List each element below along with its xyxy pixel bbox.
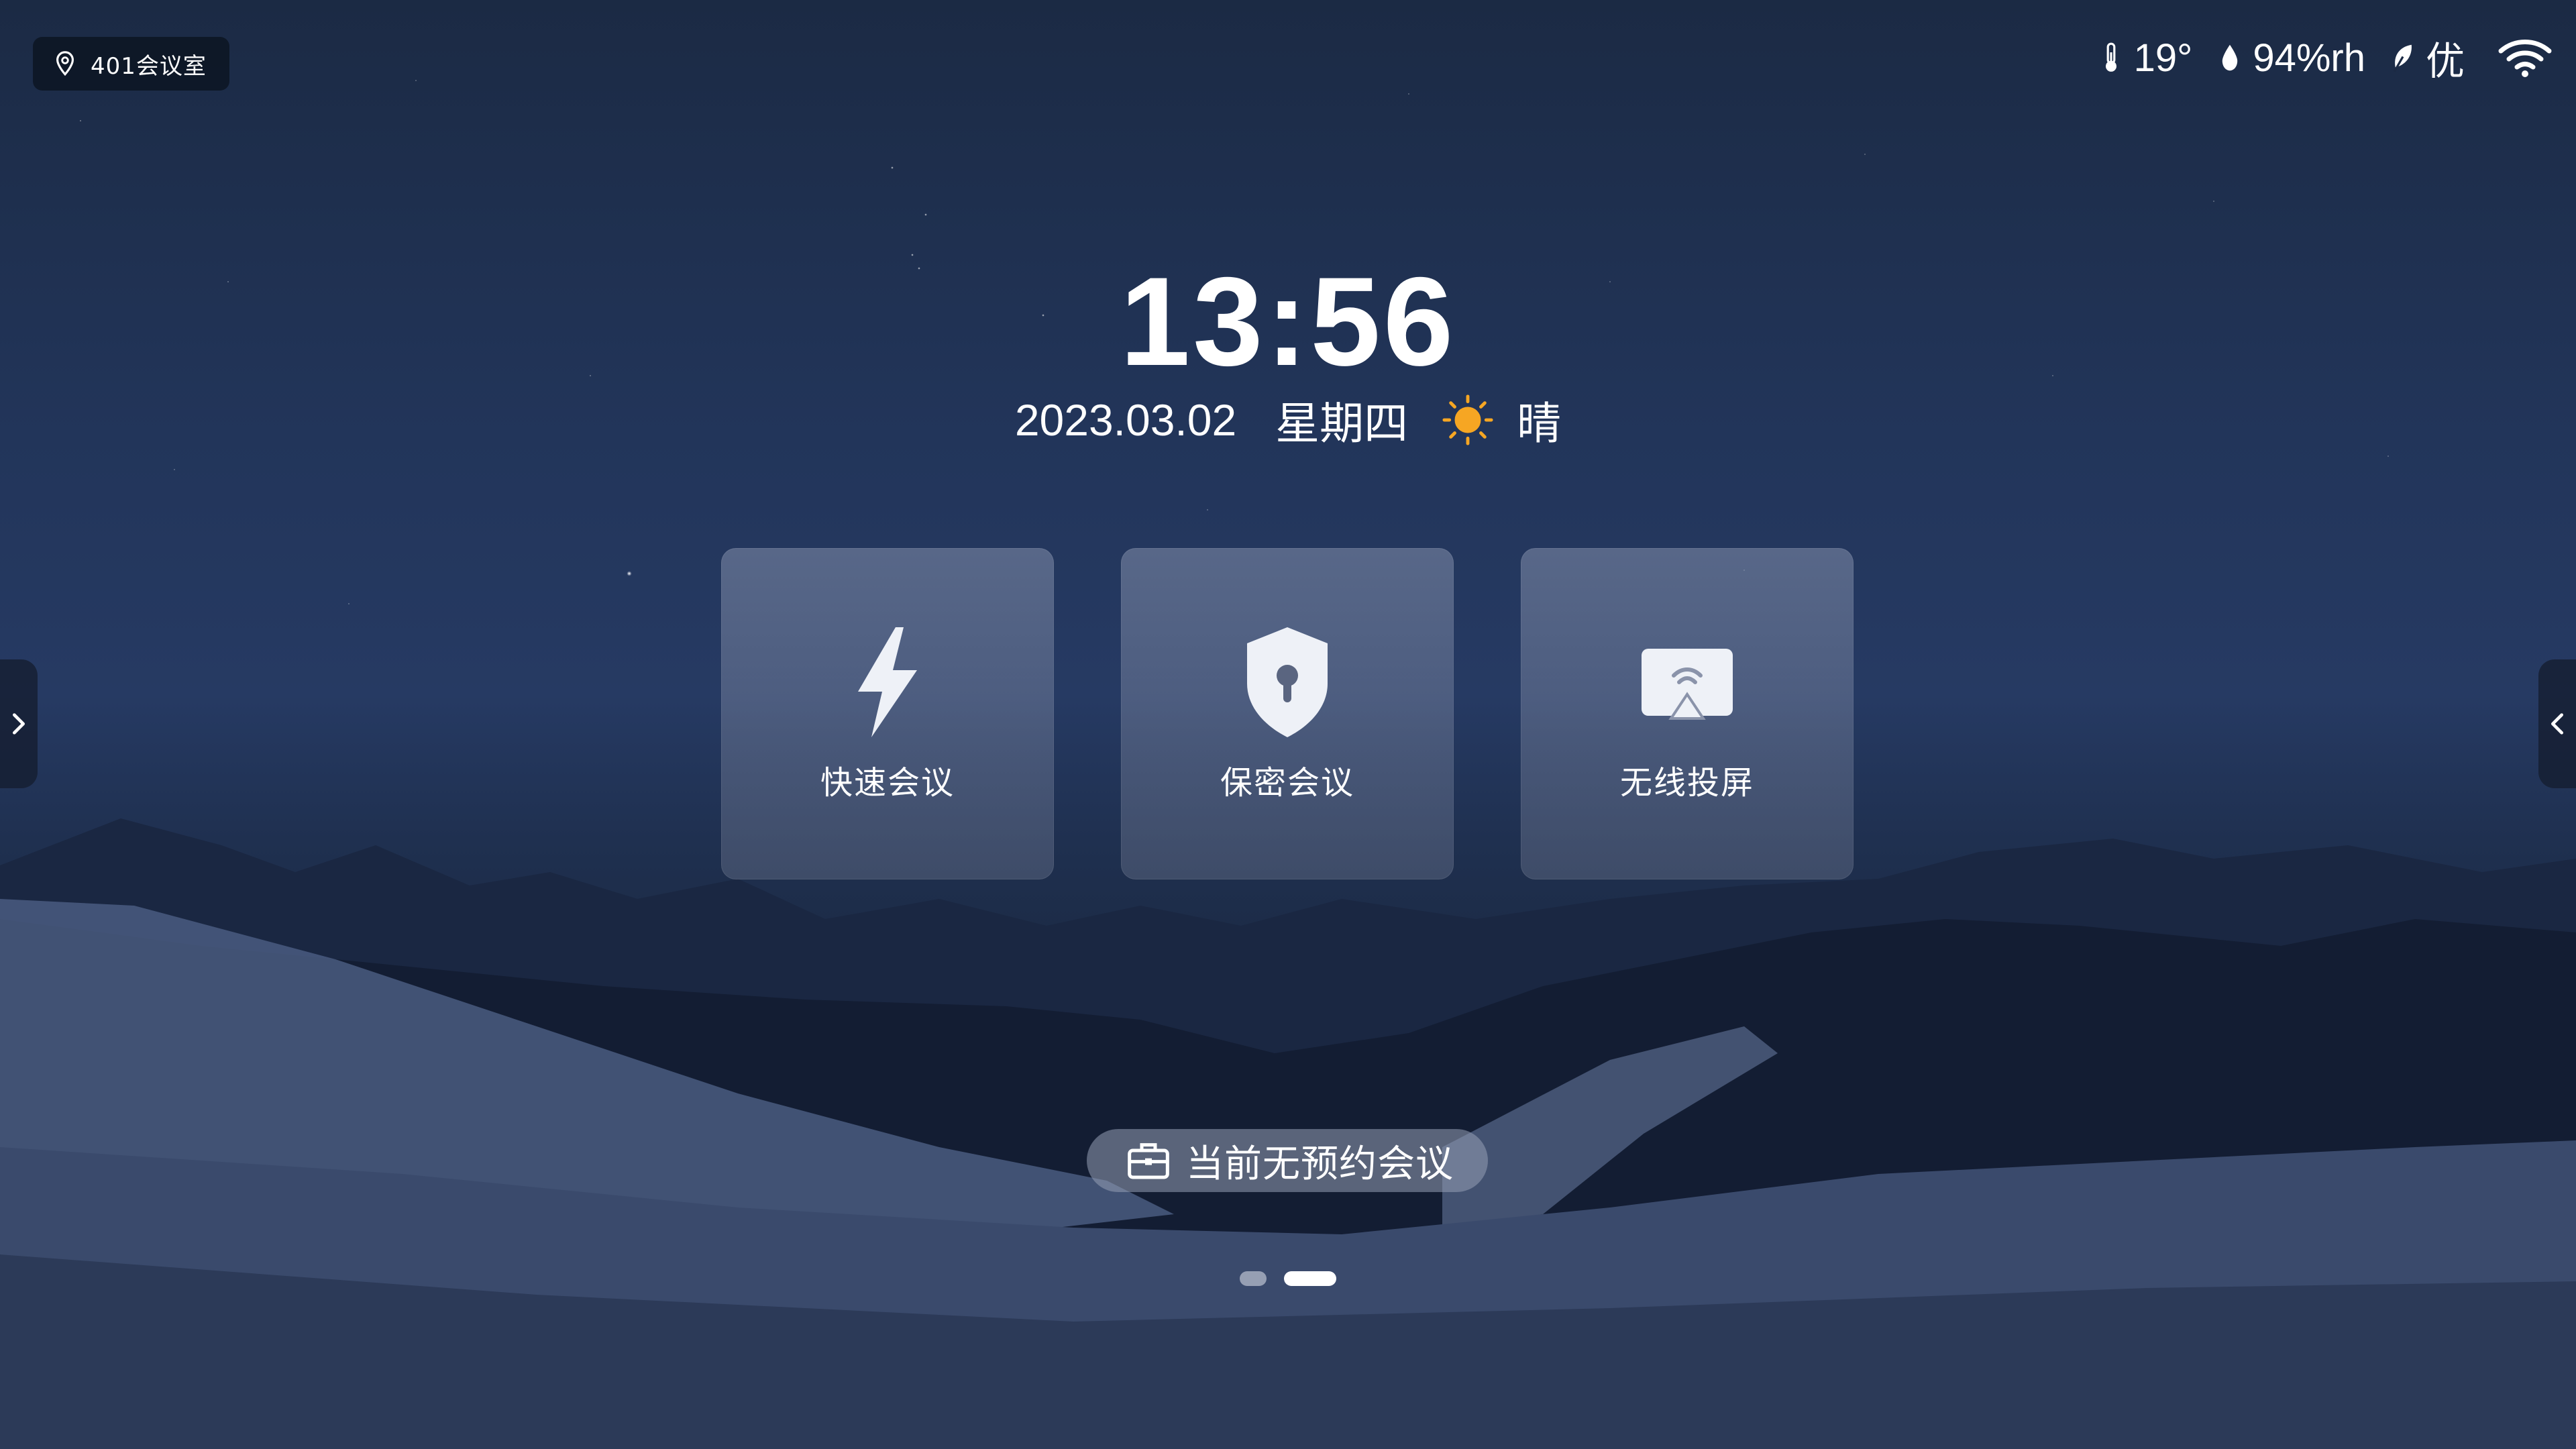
function-cards: 快速会议 保密会议 无线投屏 <box>721 548 1854 879</box>
briefcase-icon <box>1128 1143 1169 1179</box>
date-text: 2023.03.02 <box>1014 395 1237 445</box>
left-drawer-handle[interactable] <box>0 659 38 788</box>
secure-meeting-card[interactable]: 保密会议 <box>1121 548 1454 879</box>
lightning-icon <box>858 627 917 737</box>
quick-meeting-label: 快速会议 <box>820 764 955 802</box>
sun-icon <box>1442 394 1493 445</box>
meeting-status-pill[interactable]: 当前无预约会议 <box>1087 1129 1488 1192</box>
leaf-icon <box>2393 44 2412 72</box>
humidity-value: 94%rh <box>2253 36 2365 80</box>
air-quality-value: 优 <box>2425 40 2465 83</box>
page-dot-1[interactable] <box>1240 1271 1267 1286</box>
thermometer-icon <box>2105 42 2116 72</box>
clock-time: 13:56 <box>1120 251 1456 392</box>
page-dot-2[interactable] <box>1284 1271 1336 1286</box>
wireless-cast-card[interactable]: 无线投屏 <box>1521 548 1854 879</box>
wireless-cast-label: 无线投屏 <box>1619 764 1754 802</box>
humidity-drop-icon <box>2222 44 2238 71</box>
status-bar: 19° 94%rh 优 <box>2098 30 2552 86</box>
weekday-text: 星期四 <box>1275 398 1409 448</box>
shield-lock-icon <box>1247 627 1328 737</box>
location-badge[interactable]: 401会议室 <box>33 37 229 91</box>
meeting-status-text: 当前无预约会议 <box>1186 1142 1454 1186</box>
wireless-cast-icon <box>1642 649 1733 720</box>
chevron-left-icon <box>2551 713 2563 735</box>
temperature-value: 19° <box>2133 36 2193 80</box>
location-pin-icon <box>56 51 74 76</box>
room-name: 401会议室 <box>91 52 207 80</box>
quick-meeting-card[interactable]: 快速会议 <box>721 548 1054 879</box>
wifi-icon[interactable] <box>2498 38 2552 78</box>
secure-meeting-label: 保密会议 <box>1220 764 1354 802</box>
right-drawer-handle[interactable] <box>2538 659 2576 788</box>
date-weather-line: 2023.03.02 星期四 晴 <box>0 388 2576 452</box>
home-screen: 401会议室 19° 94%rh 优 13:56 2023.03.02 星期四 <box>0 0 2576 1449</box>
chevron-right-icon <box>13 713 25 735</box>
page-indicator <box>0 1271 2576 1286</box>
weather-text: 晴 <box>1517 398 1562 448</box>
